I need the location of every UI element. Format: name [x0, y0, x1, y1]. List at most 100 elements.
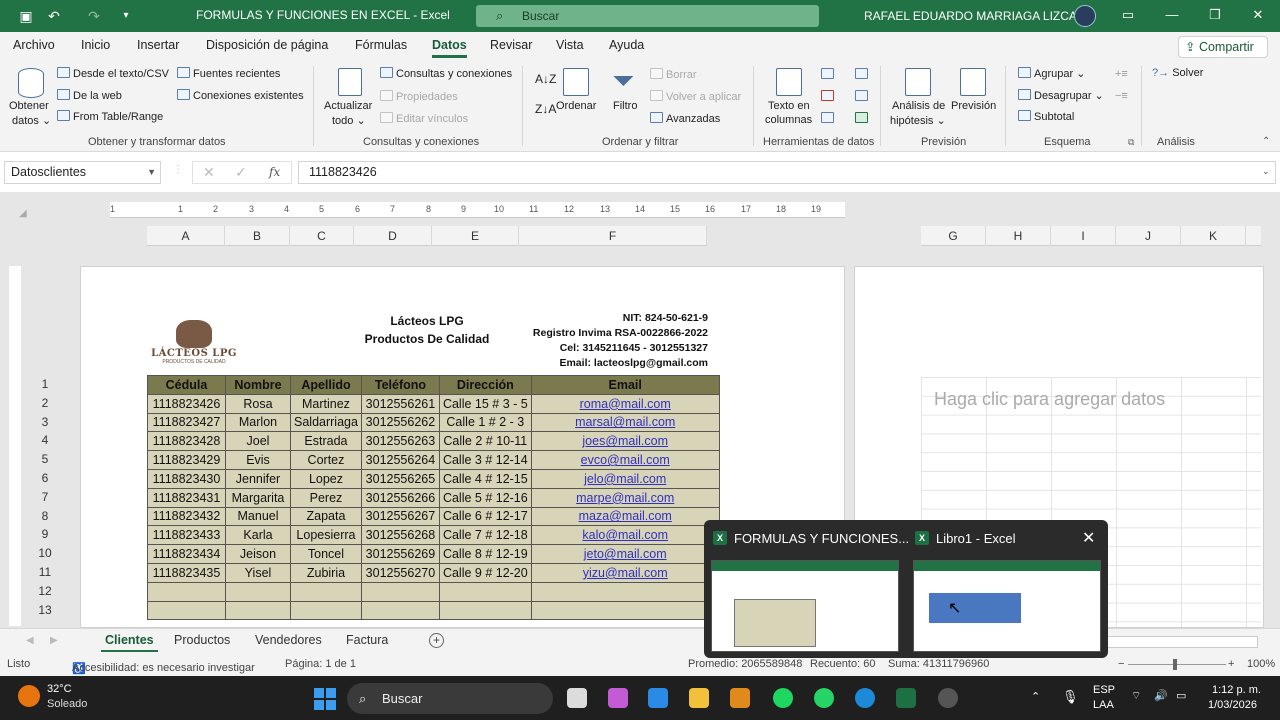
tab-inicio[interactable]: Inicio — [81, 38, 110, 52]
table-cell[interactable]: Jennifer — [225, 468, 291, 489]
row-header[interactable]: 5 — [30, 452, 60, 466]
save-icon[interactable]: ▣ — [14, 6, 38, 26]
hide-detail-icon[interactable]: −≡ — [1115, 90, 1128, 102]
table-cell[interactable]: 1118823434 — [147, 544, 226, 564]
show-detail-icon[interactable]: +≡ — [1115, 68, 1128, 80]
properties-button[interactable]: Propiedades — [380, 90, 458, 103]
table-cell[interactable]: Karla — [225, 525, 291, 546]
close-icon[interactable]: ✕ — [1246, 4, 1270, 26]
get-data-button[interactable]: Obtener — [9, 100, 49, 112]
battery-icon[interactable]: ▭ — [1176, 689, 1186, 702]
volume-icon[interactable]: 🔊 — [1154, 689, 1168, 702]
redo-icon[interactable]: ↷ — [82, 6, 106, 26]
existing-connections-button[interactable]: Conexiones existentes — [177, 89, 304, 102]
tab-datos[interactable]: Datos — [432, 38, 467, 58]
tab-vista[interactable]: Vista — [556, 38, 584, 52]
row-header[interactable]: 2 — [30, 396, 60, 410]
table-cell[interactable]: Zapata — [290, 506, 362, 527]
table-cell[interactable]: Margarita — [225, 487, 291, 508]
row-header[interactable]: 13 — [30, 603, 60, 617]
table-cell[interactable]: 1118823429 — [147, 450, 226, 470]
microphone-icon[interactable]: 🎙 — [1062, 689, 1079, 705]
group-button[interactable]: Agrupar ⌄ — [1018, 67, 1085, 80]
zoom-level[interactable]: 100% — [1247, 658, 1275, 670]
data-model-icon[interactable] — [855, 112, 868, 123]
reapply-button[interactable]: Volver a aplicar — [650, 90, 741, 103]
table-cell[interactable] — [438, 600, 532, 621]
preview-title-1[interactable]: FORMULAS Y FUNCIONES... — [734, 531, 909, 546]
header-direccion[interactable]: Dirección — [438, 375, 532, 395]
table-cell[interactable]: 3012556268 — [360, 525, 440, 546]
queries-connections-button[interactable]: Consultas y conexiones — [380, 67, 512, 80]
column-header-b[interactable]: B — [225, 226, 290, 246]
remove-duplicates-icon[interactable] — [821, 90, 834, 101]
ungroup-button[interactable]: Desagrupar ⌄ — [1018, 89, 1104, 102]
spotify-icon[interactable] — [773, 688, 793, 708]
tab-revisar[interactable]: Revisar — [490, 38, 532, 52]
scroll-right-icon[interactable]: ▶ — [50, 635, 58, 646]
excel-taskbar-icon[interactable] — [896, 688, 916, 708]
from-table-button[interactable]: From Table/Range — [57, 110, 163, 123]
table-cell[interactable]: 3012556264 — [360, 450, 440, 470]
table-cell[interactable]: Calle 3 # 12-14 — [438, 450, 532, 470]
table-cell[interactable]: 1118823433 — [147, 525, 226, 546]
table-cell[interactable]: Manuel — [225, 506, 291, 527]
table-cell[interactable]: Calle 2 # 10-11 — [438, 431, 532, 452]
email-cell[interactable]: roma@mail.com — [530, 393, 720, 414]
column-header-g[interactable]: G — [921, 226, 986, 246]
weather-desc[interactable]: Soleado — [47, 698, 87, 710]
email-cell[interactable]: jeto@mail.com — [530, 544, 720, 564]
email-cell[interactable]: maza@mail.com — [530, 506, 720, 527]
table-cell[interactable]: Joel — [225, 431, 291, 452]
table-cell[interactable]: Calle 8 # 12-19 — [438, 544, 532, 564]
cancel-icon[interactable]: ✕ — [203, 162, 215, 183]
sheet-tab-productos[interactable]: Productos — [174, 633, 230, 647]
collapse-ribbon-icon[interactable]: ⌃ — [1262, 136, 1270, 147]
column-header-e[interactable]: E — [432, 226, 519, 246]
app-badge-icon[interactable] — [730, 688, 750, 708]
email-cell[interactable] — [530, 600, 720, 621]
zoom-in-icon[interactable]: + — [1228, 658, 1234, 670]
table-cell[interactable]: Toncel — [290, 544, 362, 564]
flash-fill-icon[interactable] — [821, 68, 834, 79]
refresh-all-dropdown[interactable]: todo ⌄ — [332, 114, 366, 127]
preview-title-2[interactable]: Libro1 - Excel — [936, 531, 1015, 546]
relationships-icon[interactable] — [855, 90, 868, 101]
table-cell[interactable]: Zubiria — [290, 562, 362, 583]
table-cell[interactable]: 3012556261 — [360, 393, 440, 414]
table-cell[interactable]: 3012556265 — [360, 468, 440, 489]
windows-start-icon[interactable] — [314, 688, 336, 710]
row-header[interactable]: 6 — [30, 471, 60, 485]
table-cell[interactable]: 3012556270 — [360, 562, 440, 583]
filter-button[interactable]: Filtro — [613, 100, 637, 112]
header-email[interactable]: Email — [530, 375, 720, 395]
horizontal-scrollbar[interactable] — [1100, 636, 1258, 648]
table-cell[interactable] — [225, 600, 291, 621]
recent-sources-button[interactable]: Fuentes recientes — [177, 67, 280, 80]
table-cell[interactable] — [290, 600, 362, 621]
row-header[interactable]: 11 — [30, 565, 60, 579]
table-cell[interactable]: Lopesierra — [290, 525, 362, 546]
table-cell[interactable]: 1118823431 — [147, 487, 226, 508]
add-data-placeholder[interactable]: Haga clic para agregar datos — [934, 389, 1165, 410]
from-web-button[interactable]: De la web — [57, 89, 122, 102]
select-all-corner[interactable]: ◢ — [19, 208, 27, 219]
row-header[interactable]: 1 — [30, 377, 60, 391]
column-header-a[interactable]: A — [147, 226, 225, 246]
store-icon[interactable] — [648, 688, 668, 708]
minimize-icon[interactable]: — — [1160, 4, 1184, 26]
expand-formula-icon[interactable]: ⌄ — [1262, 166, 1270, 177]
copilot-icon[interactable] — [608, 688, 628, 708]
table-cell[interactable]: Calle 5 # 12-16 — [438, 487, 532, 508]
status-average[interactable]: Promedio: 2065589848 — [688, 658, 802, 670]
name-box[interactable]: Datosclientes ▼ — [4, 161, 161, 184]
chevron-down-icon[interactable]: ▼ — [147, 162, 156, 183]
chevron-up-icon[interactable]: ⌃ — [1031, 690, 1040, 703]
table-cell[interactable]: Yisel — [225, 562, 291, 583]
clear-button[interactable]: Borrar — [650, 68, 697, 81]
table-cell[interactable] — [438, 581, 532, 602]
preview-thumbnail-2[interactable]: ↖ — [913, 560, 1101, 652]
avatar[interactable] — [1074, 5, 1096, 27]
table-cell[interactable]: Calle 7 # 12-18 — [438, 525, 532, 546]
taskbar-search[interactable]: ⌕ Buscar — [347, 683, 553, 714]
